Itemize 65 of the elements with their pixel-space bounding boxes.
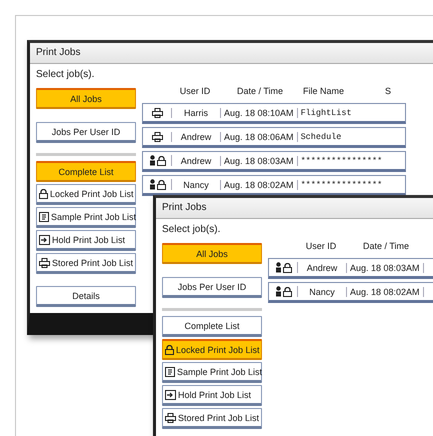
- list-button[interactable]: Sample Print Job List: [36, 207, 136, 228]
- prompt-text: Select job(s).: [35, 68, 96, 82]
- user-id-cell: Andrew: [298, 262, 347, 272]
- user-id-cell: Nancy: [172, 180, 221, 190]
- printer-icon: [152, 108, 162, 118]
- list-button[interactable]: Complete List: [162, 316, 262, 337]
- date-time-cell: Aug. 18 08:06AM: [221, 132, 298, 142]
- list-button[interactable]: Complete List: [36, 161, 136, 182]
- document-icon: [39, 212, 49, 222]
- job-row[interactable]: Andrew Aug. 18 08:06AM Schedule: [142, 127, 406, 148]
- date-time-cell: Aug. 18 08:02AM: [221, 180, 298, 190]
- prompt-text: Select job(s).: [161, 223, 222, 237]
- list-button[interactable]: Sample Print Job List: [162, 362, 262, 383]
- window-title: Print Jobs: [156, 198, 433, 219]
- padlock-icon: [165, 344, 174, 354]
- list-button[interactable]: Locked Print Job List: [36, 184, 136, 205]
- job-row[interactable]: Harris Aug. 18 08:10AM FlightList: [142, 103, 406, 124]
- user-id-cell: Andrew: [172, 132, 221, 142]
- column-header: User ID: [178, 86, 212, 96]
- user-id-cell: Nancy: [298, 286, 347, 296]
- job-row[interactable]: Nancy Aug. 18 08:02AM ****************: [142, 175, 406, 196]
- arrow-box-icon: [39, 234, 50, 244]
- printer-icon: [39, 258, 50, 268]
- arrow-box-icon: [165, 390, 176, 400]
- column-header: File Name: [302, 86, 346, 96]
- printer-icon: [152, 132, 162, 142]
- date-time-cell: Aug. 18 08:02AM: [347, 286, 424, 296]
- person-icon: [274, 262, 282, 273]
- printer-icon: [165, 412, 176, 422]
- list-button[interactable]: Stored Print Job List: [162, 408, 262, 429]
- filter-button[interactable]: Jobs Per User ID: [36, 122, 136, 143]
- job-row[interactable]: Nancy Aug. 18 08:02AM: [268, 282, 433, 303]
- date-time-cell: Aug. 18 08:03AM: [221, 156, 298, 166]
- person-icon: [148, 179, 156, 190]
- padlock-icon: [282, 286, 292, 296]
- list-button[interactable]: Locked Print Job List: [162, 339, 262, 360]
- filter-button[interactable]: All Jobs: [162, 243, 262, 264]
- person-icon: [148, 155, 156, 166]
- date-time-cell: Aug. 18 08:10AM: [221, 108, 298, 118]
- file-name-cell-text: FlightList: [300, 108, 352, 118]
- details-button[interactable]: Details: [36, 286, 136, 307]
- column-header: User ID: [304, 241, 338, 251]
- job-row[interactable]: Andrew Aug. 18 08:03AM: [268, 258, 433, 279]
- user-id-cell: Harris: [172, 108, 221, 118]
- list-button[interactable]: Hold Print Job List: [162, 385, 262, 406]
- person-icon: [274, 286, 282, 297]
- padlock-icon: [156, 156, 166, 166]
- file-name-cell-text: ****************: [300, 180, 382, 190]
- list-button[interactable]: Hold Print Job List: [36, 230, 136, 251]
- list-button[interactable]: Stored Print Job List: [36, 253, 136, 274]
- job-row[interactable]: Andrew Aug. 18 08:03AM ****************: [142, 151, 406, 172]
- document-icon: [165, 366, 175, 376]
- user-id-cell: Andrew: [172, 156, 221, 166]
- file-name-cell-text: Schedule: [300, 132, 342, 142]
- padlock-icon: [282, 262, 292, 272]
- column-header: Date / Time: [236, 86, 284, 96]
- filter-button[interactable]: All Jobs: [36, 88, 136, 109]
- padlock-icon: [39, 188, 48, 198]
- file-name-cell-text: ****************: [300, 156, 382, 166]
- date-time-cell: Aug. 18 08:03AM: [347, 262, 424, 272]
- filter-button[interactable]: Jobs Per User ID: [162, 277, 262, 298]
- window-title: Print Jobs: [30, 43, 433, 64]
- padlock-icon: [156, 180, 166, 190]
- column-header: S: [384, 86, 392, 96]
- column-header: Date / Time: [362, 241, 410, 251]
